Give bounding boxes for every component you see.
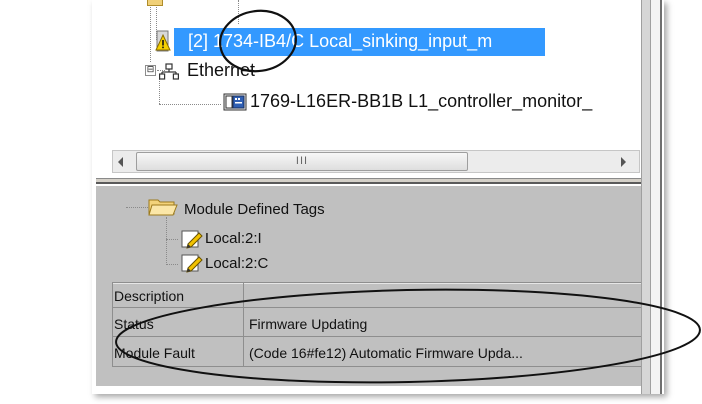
tree-connector-line	[159, 104, 221, 105]
collapse-symbol: ⊟	[146, 65, 155, 75]
tree-item-ethernet[interactable]: Ethernet	[187, 60, 255, 81]
warning-icon	[155, 30, 171, 52]
thumb-grip: III	[295, 155, 309, 167]
grid-line	[112, 307, 641, 308]
property-name-status: Status	[114, 316, 154, 332]
grid-line	[243, 282, 244, 366]
property-name-module-fault: Module Fault	[114, 345, 195, 361]
tag-item-local-2-i[interactable]: Local:2:I	[205, 230, 262, 247]
grid-line	[112, 282, 113, 366]
scroll-right-arrow-icon[interactable]	[621, 157, 626, 167]
pane-splitter[interactable]	[96, 178, 641, 184]
tree-connector-line	[126, 207, 148, 208]
tree-connector-line	[159, 76, 160, 104]
property-value-module-fault[interactable]: (Code 16#fe12) Automatic Firmware Upda..…	[249, 345, 523, 361]
folder-open-icon	[148, 199, 178, 216]
tree-item-controller[interactable]: 1769-L16ER-BB1B L1_controller_monitor_	[250, 91, 592, 112]
tree-connector-line	[150, 0, 151, 62]
tree-connector-line	[238, 0, 239, 24]
tag-pencil-icon	[181, 254, 203, 273]
selected-module-label[interactable]: [2] 1734-IB4/C Local_sinking_input_m	[188, 31, 492, 52]
property-value-status[interactable]: Firmware Updating	[249, 316, 367, 332]
folder-icon	[147, 0, 163, 6]
scrollbar-thumb[interactable]: III	[136, 152, 468, 171]
grid-line	[112, 366, 641, 367]
tag-item-local-2-c[interactable]: Local:2:C	[205, 255, 268, 272]
tree-connector-line	[166, 264, 178, 265]
tree-connector-line	[166, 217, 167, 265]
module-defined-tags-folder[interactable]: Module Defined Tags	[184, 201, 325, 218]
grid-line	[112, 336, 641, 337]
scroll-left-arrow-icon[interactable]	[118, 157, 123, 167]
ethernet-network-icon	[159, 63, 179, 80]
ethernet-collapse-toggle[interactable]: ⊟	[145, 65, 156, 76]
property-name-description: Description	[114, 288, 185, 304]
tag-pencil-icon	[181, 230, 203, 249]
screenshot-stage: [2] 1734-IB4/C Local_sinking_input_m ⊟ E…	[0, 0, 702, 404]
grid-line	[112, 283, 641, 284]
vertical-scrollbar[interactable]	[641, 0, 651, 394]
window-border	[651, 0, 662, 394]
controller-module-icon	[223, 93, 247, 111]
tree-connector-line	[166, 239, 178, 240]
